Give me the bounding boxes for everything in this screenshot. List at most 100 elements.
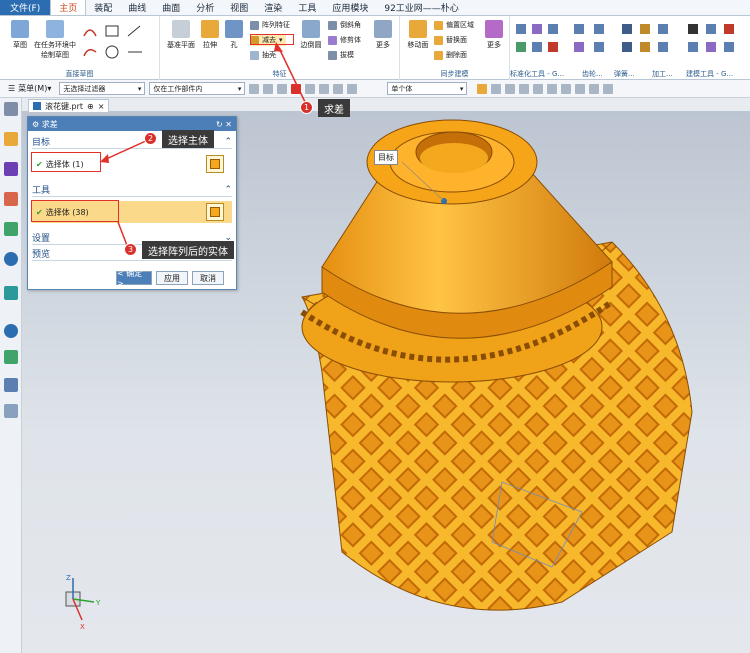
extrude-button[interactable]: 拉伸 bbox=[198, 20, 222, 50]
part-navigator-icon[interactable] bbox=[4, 192, 18, 206]
snap-icon[interactable] bbox=[291, 83, 302, 94]
chamfer-icon bbox=[328, 20, 337, 30]
tab-curve[interactable]: 曲线 bbox=[120, 0, 154, 15]
build-tools-label[interactable]: 建模工具 - G... bbox=[686, 69, 733, 79]
pattern-feature-button[interactable]: 阵列特征 bbox=[250, 19, 290, 31]
tab-analysis[interactable]: 分析 bbox=[188, 0, 222, 15]
task-sketch-icon bbox=[46, 20, 64, 38]
menu-icon: ☰ bbox=[8, 84, 16, 93]
snap-point-icon[interactable] bbox=[491, 83, 502, 94]
sync-more-button[interactable]: 更多 bbox=[482, 20, 506, 50]
scope-select[interactable]: 仅在工作部件内 ▾ bbox=[149, 82, 246, 95]
body-select[interactable]: 单个体 ▾ bbox=[387, 82, 468, 95]
gear-icon[interactable]: ⚙ bbox=[32, 120, 42, 129]
feature-more-button[interactable]: 更多 bbox=[372, 20, 394, 50]
task-env-sketch-button[interactable]: 在任务环境中绘制草图 bbox=[34, 20, 76, 60]
edge-blend-button[interactable]: 边倒圆 bbox=[296, 20, 326, 50]
spring-label[interactable]: 弹簧... bbox=[614, 69, 635, 79]
tab-render[interactable]: 渲染 bbox=[256, 0, 290, 15]
snap-point-icon[interactable] bbox=[519, 83, 530, 94]
datum-plane-button[interactable]: 基准平面 bbox=[166, 20, 196, 50]
tool-section-header[interactable]: 工具 ⌃ bbox=[32, 183, 232, 197]
tab-surface[interactable]: 曲面 bbox=[154, 0, 188, 15]
dropdown-icon: ▾ bbox=[47, 84, 52, 93]
select-body-icon[interactable] bbox=[206, 155, 224, 173]
move-face-button[interactable]: 移动面 bbox=[404, 20, 432, 50]
snap-point-icon[interactable] bbox=[603, 83, 614, 94]
select-tool-icon[interactable] bbox=[319, 83, 330, 94]
constraint-navigator-icon[interactable] bbox=[4, 162, 18, 176]
cancel-button[interactable]: 取消 bbox=[192, 271, 224, 285]
ribbon: 草图 在任务环境中绘制草图 直接草图 基准平面 拉伸 孔 阵列特征 减去 ▾ 抽… bbox=[0, 16, 750, 80]
sketch-curve-tools[interactable] bbox=[80, 22, 150, 62]
select-tool-icon[interactable] bbox=[347, 83, 358, 94]
select-tool-icon[interactable] bbox=[305, 83, 316, 94]
sync-more-icon bbox=[485, 20, 503, 38]
select-tool-icon[interactable] bbox=[263, 83, 274, 94]
dropdown-icon: ▾ bbox=[459, 84, 464, 93]
y-axis-label: Y bbox=[95, 599, 101, 607]
reuse-library-icon[interactable] bbox=[4, 222, 18, 236]
dialog-title: ⚙ 求差 bbox=[32, 119, 58, 129]
document-tab[interactable]: 滚花键.prt ⊕ × bbox=[28, 99, 110, 112]
dropdown-icon: ▾ bbox=[137, 84, 142, 93]
snap-point-icon[interactable] bbox=[533, 83, 544, 94]
menu-bar: 文件(F) 主页 装配 曲线 曲面 分析 视图 渲染 工具 应用模块 92工业网… bbox=[0, 0, 750, 16]
file-menu[interactable]: 文件(F) bbox=[0, 0, 51, 15]
select-tool-icon[interactable] bbox=[249, 83, 260, 94]
ok-button[interactable]: < 确定 > bbox=[116, 269, 152, 288]
tab-view[interactable]: 视图 bbox=[222, 0, 256, 15]
tab-applications[interactable]: 应用模块 bbox=[324, 0, 376, 15]
extrude-icon bbox=[201, 20, 219, 38]
snap-point-icon[interactable] bbox=[477, 83, 488, 94]
trim-icon bbox=[328, 35, 337, 45]
pin-icon[interactable]: ⊕ bbox=[87, 102, 94, 111]
tab-tools[interactable]: 工具 bbox=[290, 0, 324, 15]
snap-point-icon[interactable] bbox=[575, 83, 586, 94]
assembly-navigator-icon[interactable] bbox=[4, 132, 18, 146]
machining-label[interactable]: 加工... bbox=[652, 69, 673, 79]
shell-button[interactable]: 抽壳 bbox=[250, 49, 276, 61]
close-icon[interactable]: ✕ bbox=[225, 120, 232, 129]
offset-icon bbox=[434, 20, 443, 30]
system-materials-icon[interactable] bbox=[4, 350, 18, 364]
z-axis-label: Z bbox=[66, 574, 71, 582]
sketch-group: 草图 在任务环境中绘制草图 直接草图 bbox=[0, 16, 160, 80]
offset-region-button[interactable]: 偏置区域 bbox=[434, 19, 474, 31]
select-tool-icon[interactable] bbox=[333, 83, 344, 94]
delete-face-button[interactable]: 删除面 bbox=[434, 49, 467, 61]
snap-point-icon[interactable] bbox=[547, 83, 558, 94]
close-icon[interactable]: × bbox=[98, 102, 105, 111]
replace-face-button[interactable]: 替换面 bbox=[434, 34, 467, 46]
filter-select[interactable]: 无选择过滤器 ▾ bbox=[59, 82, 146, 95]
select-tool-icon[interactable] bbox=[277, 83, 288, 94]
datum-plane-icon bbox=[172, 20, 190, 38]
feature-group: 基准平面 拉伸 孔 阵列特征 减去 ▾ 抽壳 边倒圆 倒斜角 修剪体 拔模 更多… bbox=[160, 16, 400, 80]
menu-button[interactable]: ☰ 菜单(M) ▾ bbox=[4, 83, 55, 94]
history-icon[interactable] bbox=[4, 286, 18, 300]
snap-point-icon[interactable] bbox=[589, 83, 600, 94]
process-studio-icon[interactable] bbox=[4, 378, 18, 392]
web-browser-icon[interactable] bbox=[4, 252, 18, 266]
sketch-button[interactable]: 草图 bbox=[6, 20, 34, 50]
tab-home[interactable]: 主页 bbox=[50, 0, 87, 15]
trim-body-button[interactable]: 修剪体 bbox=[328, 34, 361, 46]
std-tools-label[interactable]: 标准化工具 - G... bbox=[510, 69, 564, 79]
gc-tool-icons[interactable] bbox=[512, 20, 748, 60]
chamfer-button[interactable]: 倒斜角 bbox=[328, 19, 361, 31]
delete-face-icon bbox=[434, 50, 443, 60]
hole-button[interactable]: 孔 bbox=[224, 20, 244, 50]
gear-label[interactable]: 齿轮... bbox=[582, 69, 603, 79]
step-callout-3: 选择阵列后的实体 bbox=[142, 241, 234, 259]
clock-icon[interactable] bbox=[4, 324, 18, 338]
snap-point-icon[interactable] bbox=[561, 83, 572, 94]
draft-button[interactable]: 拔模 bbox=[328, 49, 354, 61]
gear-icon[interactable] bbox=[4, 102, 18, 116]
tab-assembly[interactable]: 装配 bbox=[86, 0, 120, 15]
apply-button[interactable]: 应用 bbox=[156, 271, 188, 285]
snap-point-icon[interactable] bbox=[505, 83, 516, 94]
tab-custom[interactable]: 92工业网——朴心 bbox=[376, 0, 466, 15]
reset-icon[interactable]: ↻ bbox=[216, 120, 223, 129]
select-body-icon[interactable] bbox=[206, 203, 224, 221]
roles-icon[interactable] bbox=[4, 404, 18, 418]
